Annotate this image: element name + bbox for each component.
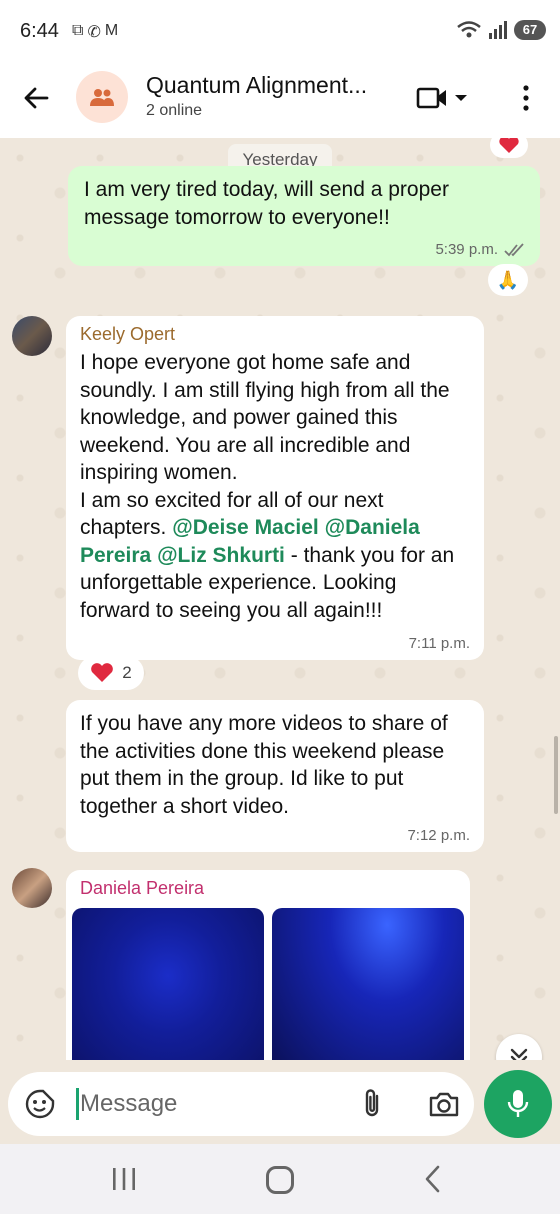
- incoming-message[interactable]: Keely Opert I hope everyone got home saf…: [66, 316, 484, 660]
- attach-button[interactable]: [356, 1086, 388, 1122]
- message-text-part: I hope everyone got home safe and soundl…: [80, 351, 450, 484]
- avatar[interactable]: [12, 316, 52, 356]
- message-input[interactable]: [80, 1084, 350, 1124]
- status-right: 67: [456, 20, 546, 40]
- online-status: 2 online: [146, 102, 203, 119]
- media-thumbnail[interactable]: [72, 908, 264, 1078]
- sender-name[interactable]: Keely Opert: [80, 324, 470, 345]
- dropdown-arrow-icon: [455, 95, 467, 101]
- heart-icon: [91, 663, 114, 682]
- message-composer: [8, 1072, 474, 1136]
- media-thumbnail[interactable]: [272, 908, 464, 1078]
- gmail-icon: M: [104, 22, 119, 39]
- heart-reaction-partial[interactable]: [490, 138, 528, 158]
- status-time: 6:44: [20, 20, 59, 42]
- double-check-icon: [504, 242, 524, 256]
- scrollbar[interactable]: [554, 736, 558, 814]
- more-vertical-icon: [523, 85, 529, 111]
- message-text: If you have any more videos to share of …: [80, 712, 448, 818]
- message-text: I hope everyone got home safe and soundl…: [80, 349, 470, 624]
- message-time: 7:12 p.m.: [407, 827, 470, 844]
- chat-header: Quantum Alignment... 2 online: [0, 62, 560, 138]
- sticker-icon: [25, 1089, 55, 1119]
- camera-button[interactable]: [426, 1086, 462, 1122]
- battery-icon: 67: [514, 20, 546, 40]
- back-button[interactable]: [18, 80, 54, 116]
- message-meta: 5:39 p.m.: [435, 241, 526, 258]
- system-nav-bar: [0, 1144, 560, 1214]
- screenshot-icon: ⧉: [72, 22, 84, 39]
- signal-icon: [489, 21, 507, 39]
- more-options-button[interactable]: [510, 80, 542, 116]
- outgoing-message[interactable]: I am very tired today, will send a prope…: [68, 166, 540, 266]
- group-icon: [90, 89, 114, 106]
- message-time: 7:11 p.m.: [408, 635, 470, 652]
- whatsapp-icon: ✆: [87, 24, 101, 41]
- incoming-message[interactable]: If you have any more videos to share of …: [66, 700, 484, 852]
- heart-icon: [499, 138, 519, 153]
- paperclip-icon: [365, 1089, 379, 1117]
- text-cursor: [76, 1088, 79, 1120]
- microphone-icon: [507, 1090, 529, 1117]
- mention-link[interactable]: @Deise Maciel: [172, 516, 319, 539]
- media-grid: [72, 908, 464, 1078]
- message-text: I am very tired today, will send a prope…: [84, 178, 449, 229]
- camera-icon: [429, 1092, 459, 1117]
- chat-area[interactable]: Yesterday I am very tired today, will se…: [0, 138, 560, 1144]
- video-camera-icon: [416, 87, 446, 109]
- emoji-sticker-button[interactable]: [24, 1088, 56, 1120]
- status-bar: 6:44 ⧉ ✆ M 67: [0, 0, 560, 62]
- chat-title[interactable]: Quantum Alignment...: [146, 72, 396, 99]
- message-time: 5:39 p.m.: [435, 241, 498, 258]
- back-chevron-icon: [425, 1165, 440, 1193]
- avatar[interactable]: [12, 868, 52, 908]
- wifi-icon: [457, 21, 481, 38]
- voice-message-button[interactable]: [484, 1070, 552, 1138]
- group-avatar[interactable]: [76, 71, 128, 123]
- system-back-button[interactable]: [422, 1164, 450, 1194]
- mention-link[interactable]: @Liz Shkurti: [157, 544, 285, 567]
- sender-name[interactable]: Daniela Pereira: [72, 878, 464, 899]
- notification-icons: ⧉ ✆ M: [72, 22, 118, 42]
- home-button[interactable]: [266, 1166, 294, 1194]
- recents-button[interactable]: [110, 1166, 138, 1192]
- reaction-count: 2: [122, 663, 132, 682]
- back-arrow-icon: [24, 87, 49, 109]
- recents-icon: [113, 1168, 135, 1190]
- reaction-badge[interactable]: 2: [78, 656, 144, 690]
- pray-reaction[interactable]: 🙏: [488, 264, 528, 296]
- video-call-button[interactable]: [416, 80, 482, 116]
